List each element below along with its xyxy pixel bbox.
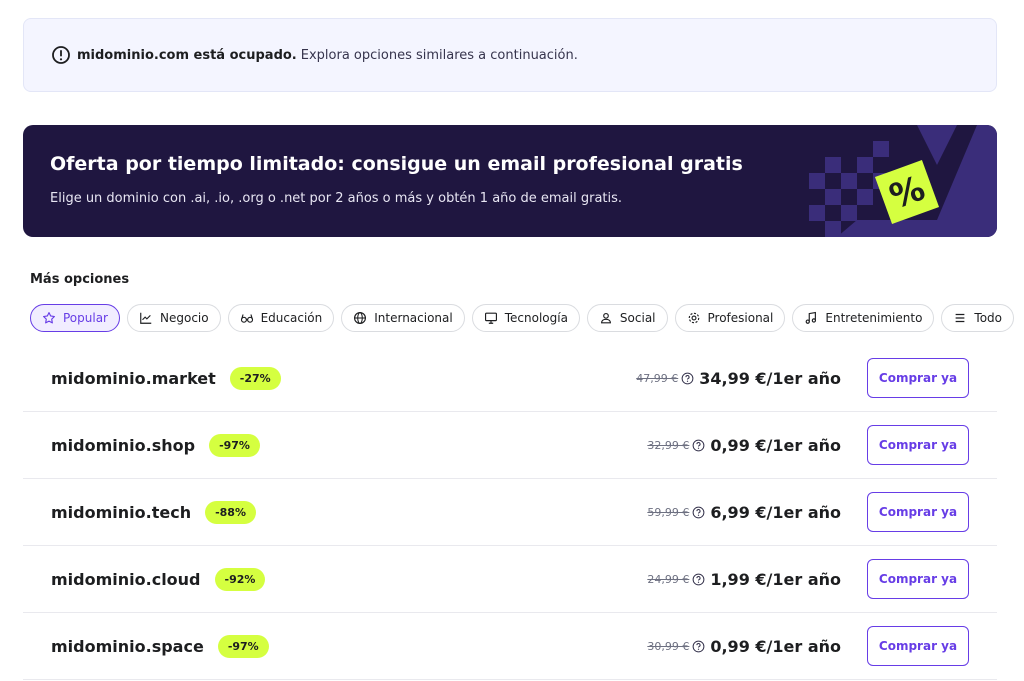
- question-circle-icon[interactable]: [692, 573, 705, 586]
- discount-badge: -27%: [229, 366, 281, 390]
- filter-label: Entretenimiento: [825, 311, 923, 325]
- filter-educacion[interactable]: Educación: [227, 304, 335, 332]
- discount-decoration-icon: %: [809, 125, 997, 237]
- discount-badge: -97%: [209, 433, 260, 457]
- filter-label: Tecnología: [504, 311, 568, 325]
- filter-negocio[interactable]: Negocio: [127, 304, 221, 332]
- buy-now-button[interactable]: Comprar ya: [867, 358, 969, 398]
- notice-text: Explora opciones similares a continuació…: [300, 47, 578, 63]
- price-group: 59,99 € 6,99 €/1er año: [647, 503, 841, 522]
- domain-name: midominio.tech: [51, 502, 192, 522]
- discount-badge: -97%: [217, 634, 269, 658]
- domain-row: midominio.space -97% 30,99 € 0,99 €/1er …: [23, 613, 997, 680]
- buy-now-button[interactable]: Comprar ya: [867, 559, 969, 599]
- current-price: 34,99 €/1er año: [699, 368, 841, 388]
- question-circle-icon[interactable]: [692, 640, 705, 653]
- promo-banner[interactable]: Oferta por tiempo limitado: consigue un …: [23, 125, 997, 237]
- domain-name: midominio.market: [51, 368, 216, 388]
- filter-label: Negocio: [160, 311, 209, 325]
- current-price: 0,99 €/1er año: [710, 636, 841, 656]
- buy-now-button[interactable]: Comprar ya: [867, 492, 969, 532]
- glasses-icon: [240, 314, 253, 323]
- old-price: 30,99 €: [647, 639, 690, 653]
- domain-row: midominio.market -27% 47,99 € 34,99 €/1e…: [23, 345, 997, 412]
- price-group: 30,99 € 0,99 €/1er año: [647, 637, 841, 656]
- domain-row: midominio.cloud -92% 24,99 € 1,99 €/1er …: [23, 546, 997, 613]
- alert-circle-icon: [51, 45, 71, 65]
- filter-label: Popular: [63, 311, 108, 325]
- music-note-icon: [805, 311, 817, 324]
- question-circle-icon[interactable]: [692, 439, 705, 452]
- question-circle-icon[interactable]: [681, 372, 694, 385]
- domain-results-list: midominio.market -27% 47,99 € 34,99 €/1e…: [23, 345, 997, 680]
- filter-tecnologia[interactable]: Tecnología: [471, 304, 580, 332]
- old-price: 47,99 €: [636, 371, 679, 385]
- domain-row: midominio.tech -88% 59,99 € 6,99 €/1er a…: [23, 479, 997, 546]
- filter-label: Profesional: [707, 311, 774, 325]
- price-group: 32,99 € 0,99 €/1er año: [647, 436, 841, 455]
- filter-internacional[interactable]: Internacional: [341, 304, 465, 332]
- old-price: 24,99 €: [647, 572, 690, 586]
- section-title: Más opciones: [30, 272, 130, 287]
- monitor-icon: [484, 312, 497, 324]
- filter-label: Todo: [974, 311, 1002, 325]
- domain-name: midominio.space: [51, 636, 204, 656]
- domain-name: midominio.shop: [51, 435, 196, 455]
- current-price: 0,99 €/1er año: [710, 435, 841, 455]
- domain-name: midominio.cloud: [51, 569, 201, 589]
- filter-label: Internacional: [374, 311, 453, 325]
- filter-profesional[interactable]: Profesional: [674, 304, 786, 332]
- star-icon: [43, 312, 55, 324]
- current-price: 1,99 €/1er año: [710, 569, 841, 589]
- category-filters: Popular Negocio Educación Internacional …: [30, 304, 1014, 332]
- buy-now-button[interactable]: Comprar ya: [867, 626, 969, 666]
- notice-domain-message: midominio.com está ocupado.: [77, 47, 297, 63]
- old-price: 32,99 €: [647, 438, 690, 452]
- user-icon: [600, 312, 611, 324]
- discount-badge: -88%: [205, 500, 256, 524]
- filter-social[interactable]: Social: [586, 304, 668, 332]
- old-price: 59,99 €: [647, 505, 690, 519]
- filter-popular[interactable]: Popular: [30, 304, 120, 332]
- menu-icon: [956, 313, 965, 323]
- filter-label: Educación: [260, 311, 323, 325]
- current-price: 6,99 €/1er año: [710, 502, 841, 522]
- filter-entretenimiento[interactable]: Entretenimiento: [792, 304, 935, 332]
- price-group: 24,99 € 1,99 €/1er año: [647, 570, 841, 589]
- chart-line-icon: [140, 312, 152, 324]
- gear-icon: [688, 312, 699, 324]
- buy-now-button[interactable]: Comprar ya: [867, 425, 969, 465]
- question-circle-icon[interactable]: [692, 506, 705, 519]
- price-group: 47,99 € 34,99 €/1er año: [636, 369, 841, 388]
- domain-row: midominio.shop -97% 32,99 € 0,99 €/1er a…: [23, 412, 997, 479]
- filter-label: Social: [619, 311, 656, 325]
- discount-badge: -92%: [214, 567, 266, 591]
- globe-icon: [354, 312, 367, 324]
- domain-taken-notice: midominio.com está ocupado. Explora opci…: [23, 18, 997, 92]
- filter-todo[interactable]: Todo: [941, 304, 1014, 332]
